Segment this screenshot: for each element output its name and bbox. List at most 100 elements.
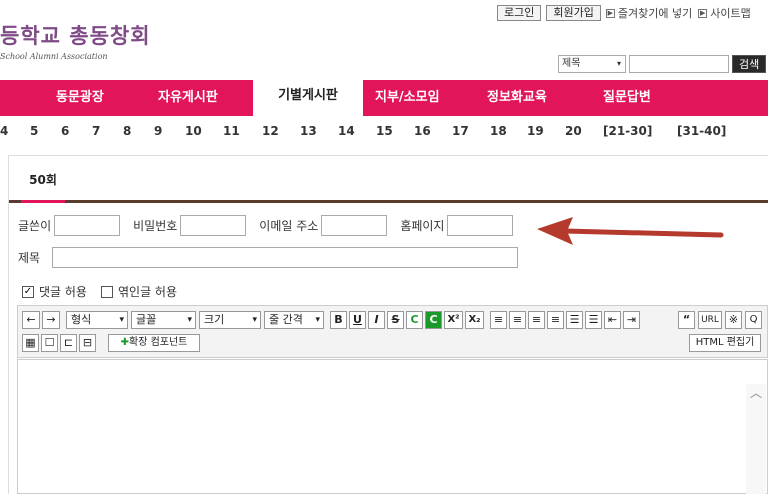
nav-item-class-board[interactable]: 기별게시판 xyxy=(253,76,363,116)
class-range-link[interactable]: [21-30] xyxy=(603,124,652,138)
author-label: 글쓴이 xyxy=(18,219,52,233)
search-input[interactable] xyxy=(629,55,729,73)
bg-color-button[interactable]: C xyxy=(425,311,442,329)
class-range-link[interactable]: [31-40] xyxy=(677,124,726,138)
allow-comment-checkbox[interactable]: ✓ xyxy=(22,285,34,298)
bookmark-link[interactable]: ▶ 즐겨찾기에 넣기 xyxy=(605,5,692,21)
strike-button[interactable]: S xyxy=(387,311,404,329)
author-row: 글쓴이 비밀번호 이메일 주소 홈페이지 xyxy=(18,215,514,236)
undo-button[interactable]: ← xyxy=(22,311,40,329)
homepage-input[interactable] xyxy=(447,215,514,236)
subject-label: 제목 xyxy=(18,251,41,265)
signup-button[interactable]: 회원가입 xyxy=(546,5,601,21)
class-link[interactable]: 12 xyxy=(262,124,279,138)
nav-item-branch[interactable]: 지부/소모임 xyxy=(375,80,440,116)
subscript-button[interactable]: X₂ xyxy=(465,311,484,329)
align-justify-icon[interactable]: ≡ xyxy=(547,311,564,329)
tab-bar: 50회 xyxy=(9,157,768,203)
html-editor-button[interactable]: HTML 편집기 xyxy=(689,334,761,352)
table-icon[interactable]: ▦ xyxy=(22,334,39,352)
nav-item-it-education[interactable]: 정보화교육 xyxy=(487,80,547,116)
split-cells-icon[interactable]: ⊟ xyxy=(79,334,96,352)
class-link[interactable]: 19 xyxy=(527,124,544,138)
plus-icon: ✚ xyxy=(120,337,129,348)
class-link[interactable]: 17 xyxy=(452,124,469,138)
outdent-icon[interactable]: ⇤ xyxy=(604,311,621,329)
special-char-button[interactable]: ※ xyxy=(725,311,742,329)
italic-button[interactable]: I xyxy=(368,311,385,329)
class-link[interactable]: 15 xyxy=(376,124,393,138)
superscript-button[interactable]: X² xyxy=(444,311,463,329)
editor-toolbar: ← → 형식 ▾ 글꼴 ▾ 크기 ▾ 줄 간격 ▾ B U I S C C X² X₂ … xyxy=(17,305,768,358)
underline-button[interactable]: U xyxy=(349,311,366,329)
class-link[interactable]: 6 xyxy=(61,124,69,138)
editor-content-area[interactable] xyxy=(17,359,768,494)
class-link[interactable]: 5 xyxy=(30,124,38,138)
email-label: 이메일 주소 xyxy=(259,219,319,233)
align-right-icon[interactable]: ≡ xyxy=(528,311,545,329)
unordered-list-icon[interactable]: ☰ xyxy=(585,311,602,329)
font-color-button[interactable]: C xyxy=(406,311,423,329)
extension-component-button[interactable]: ✚확장 컴포넌트 xyxy=(108,334,200,352)
password-label: 비밀번호 xyxy=(133,219,178,233)
scroll-up-icon[interactable]: ︿ xyxy=(746,384,766,494)
line-spacing-select[interactable]: 줄 간격 ▾ xyxy=(264,311,324,329)
ordered-list-icon[interactable]: ☰ xyxy=(566,311,583,329)
allow-trackback-checkbox[interactable] xyxy=(100,285,113,298)
password-input[interactable] xyxy=(180,215,247,236)
top-links: 로그인 회원가입 ▶ 즐겨찾기에 넣기 ▶ 사이트맵 xyxy=(497,5,757,21)
class-link[interactable]: 18 xyxy=(490,124,507,138)
class-link[interactable]: 9 xyxy=(154,124,162,138)
class-link[interactable]: 11 xyxy=(223,124,240,138)
class-link[interactable]: 16 xyxy=(414,124,431,138)
quote-button[interactable]: “ xyxy=(678,311,695,329)
url-button[interactable]: URL xyxy=(698,311,722,329)
format-select[interactable]: 형식 ▾ xyxy=(66,311,128,329)
redo-button[interactable]: → xyxy=(42,311,60,329)
logo-subtitle: School Alumni Association xyxy=(0,52,108,61)
chevron-down-icon: ▾ xyxy=(119,315,124,325)
chevron-down-icon: ▾ xyxy=(187,315,192,325)
class-link[interactable]: 4 xyxy=(0,124,8,138)
search-button[interactable]: 검색 xyxy=(732,55,767,73)
allow-comment-label: 댓글 허용 xyxy=(39,285,87,299)
login-button[interactable]: 로그인 xyxy=(497,5,542,21)
align-center-icon[interactable]: ≡ xyxy=(509,311,526,329)
annotation-arrow-icon xyxy=(537,217,724,245)
homepage-label: 홈페이지 xyxy=(400,219,445,233)
author-input[interactable] xyxy=(54,215,121,236)
email-input[interactable] xyxy=(321,215,388,236)
class-link[interactable]: 8 xyxy=(123,124,131,138)
font-select[interactable]: 글꼴 ▾ xyxy=(131,311,196,329)
class-link[interactable]: 20 xyxy=(565,124,582,138)
subject-input[interactable] xyxy=(52,247,519,268)
class-link[interactable]: 10 xyxy=(185,124,202,138)
chevron-down-icon: ▾ xyxy=(252,315,257,325)
arrow-right-icon: ▶ xyxy=(605,8,615,18)
options-row: ✓ 댓글 허용 엮인글 허용 xyxy=(22,283,177,300)
align-left-icon[interactable]: ≡ xyxy=(490,311,507,329)
class-link[interactable]: 14 xyxy=(338,124,355,138)
logo-title[interactable]: 등학교 총동창회 xyxy=(0,20,151,50)
tab-class-50[interactable]: 50회 xyxy=(21,169,65,203)
class-link[interactable]: 7 xyxy=(92,124,100,138)
nav-item-qna[interactable]: 질문답변 xyxy=(603,80,651,116)
chevron-down-icon: ▾ xyxy=(315,315,320,325)
find-button[interactable]: Q xyxy=(745,311,762,329)
search-field-select[interactable]: 제목 ▾ xyxy=(558,55,626,73)
subject-row: 제목 xyxy=(18,247,519,268)
allow-trackback-label: 엮인글 허용 xyxy=(117,285,177,299)
sitemap-link[interactable]: ▶ 사이트맵 xyxy=(698,5,751,21)
class-link[interactable]: 13 xyxy=(300,124,317,138)
merge-cells-icon[interactable]: ⊏ xyxy=(60,334,77,352)
box-icon[interactable]: ☐ xyxy=(41,334,58,352)
nav-item-free-board[interactable]: 자유게시판 xyxy=(158,80,218,116)
indent-icon[interactable]: ⇥ xyxy=(623,311,640,329)
nav-item-alumni-square[interactable]: 동문광장 xyxy=(56,80,104,116)
main-nav: 동문광장 자유게시판 기별게시판 지부/소모임 정보화교육 질문답변 xyxy=(0,76,768,116)
bold-button[interactable]: B xyxy=(330,311,347,329)
arrow-right-icon: ▶ xyxy=(698,8,708,18)
search-bar: 제목 ▾ 검색 xyxy=(558,55,767,73)
size-select[interactable]: 크기 ▾ xyxy=(199,311,261,329)
chevron-down-icon: ▾ xyxy=(616,59,621,68)
